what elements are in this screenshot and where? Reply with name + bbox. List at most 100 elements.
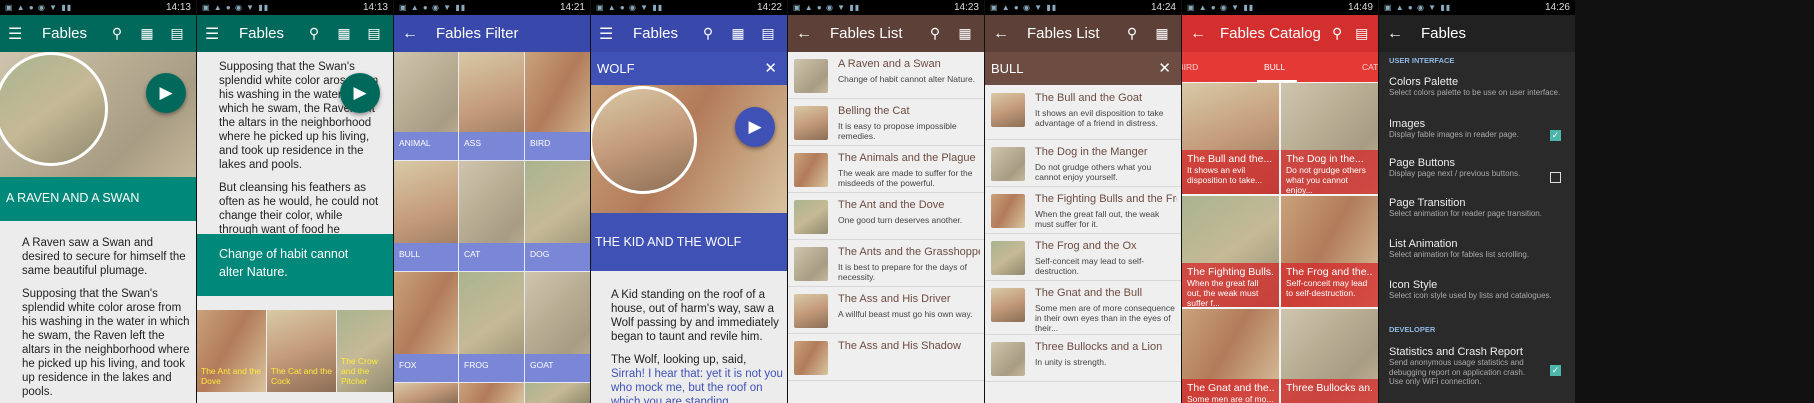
category-tile[interactable]: BULL: [394, 161, 458, 271]
back-arrow-icon[interactable]: ←: [402, 25, 422, 43]
body-paragraph: Supposing that the Swan's splendid white…: [22, 288, 190, 398]
card-title: The Bull and the...: [1187, 153, 1273, 165]
list-item[interactable]: The Ass and His Shadow: [788, 334, 984, 381]
category-tile[interactable]: ASS: [459, 52, 524, 160]
images-checkbox[interactable]: ✓: [1550, 130, 1561, 141]
page-buttons-checkbox[interactable]: [1550, 172, 1561, 183]
list-item-moral: It shows an evil disposition to take adv…: [1035, 108, 1164, 128]
card-overlay: The Frog and the... Self-conceit may lead…: [1281, 263, 1378, 307]
grid-icon[interactable]: ▦: [954, 25, 976, 42]
status-time: 14:13: [165, 2, 191, 13]
list-item[interactable]: The Ass and His Driver A willful beast mu…: [788, 287, 984, 334]
category-tile[interactable]: CAT: [459, 161, 524, 271]
list-item[interactable]: The Ants and the Grasshopper It is best t…: [788, 240, 984, 287]
catalog-card[interactable]: The Frog and the... Self-conceit may lead…: [1281, 196, 1378, 307]
category-tile[interactable]: DOG: [525, 161, 590, 271]
search-icon[interactable]: ⚲: [1121, 25, 1143, 42]
close-icon[interactable]: ✕: [764, 59, 777, 77]
category-tile[interactable]: [394, 383, 458, 403]
search-query[interactable]: WOLF: [597, 61, 635, 76]
category-tile[interactable]: ANIMAL: [394, 52, 458, 160]
app-title: Fables: [239, 25, 285, 42]
search-field[interactable]: BULL ✕: [985, 52, 1181, 85]
catalog-card[interactable]: The Bull and the... It shows an evil disp…: [1182, 83, 1279, 194]
category-tile[interactable]: [525, 383, 590, 403]
grid-icon[interactable]: ▦: [1151, 25, 1173, 42]
play-button[interactable]: ▶: [146, 73, 186, 113]
app-title: Fables: [633, 25, 679, 42]
grid-icon[interactable]: ▦: [333, 25, 355, 42]
category-tile[interactable]: [459, 383, 524, 403]
settings-section-header: DEVELOPER: [1379, 325, 1575, 334]
panel-settings: ▣ ▲ ● ◉ ▼ ▮▮ 14:26 ← Fables USER INTERFAC…: [1379, 0, 1575, 403]
status-icons: ▣ ▲ ● ◉ ▼ ▮▮: [202, 3, 270, 12]
catalog-card[interactable]: The Fighting Bulls... When the great fall…: [1182, 196, 1279, 307]
category-tile[interactable]: FOX: [394, 272, 458, 382]
catalog-card[interactable]: The Gnat and the... Some men are of mo...: [1182, 309, 1279, 403]
back-arrow-icon[interactable]: ←: [993, 25, 1013, 43]
category-tile[interactable]: BIRD: [525, 52, 590, 160]
search-icon[interactable]: ⚲: [106, 25, 128, 42]
panel-list-search: ▣ ▲ ● ◉ ▼ ▮▮ 14:24 ← Fables List ⚲ ▦ BULL…: [985, 0, 1181, 403]
list-item-moral: It is easy to propose impossible remedie…: [838, 121, 957, 141]
app-bar: ← Fables: [1379, 15, 1575, 52]
related-fable-card[interactable]: The Ant and the Dove: [197, 310, 266, 392]
menu-icon[interactable]: ☰: [599, 24, 619, 44]
tab-bull[interactable]: BULL: [1264, 62, 1285, 72]
setting-statistics[interactable]: Statistics and Crash Report Send anonymou…: [1379, 346, 1575, 387]
statistics-checkbox[interactable]: ✓: [1550, 365, 1561, 376]
setting-icon-style[interactable]: Icon Style Select icon style used by list…: [1379, 279, 1575, 301]
setting-description: Select icon style used by lists and cata…: [1389, 291, 1552, 300]
search-icon[interactable]: ⚲: [697, 25, 719, 42]
list-item[interactable]: The Bull and the Goat It shows an evil di…: [985, 86, 1181, 140]
close-icon[interactable]: ✕: [1158, 59, 1171, 77]
list-item[interactable]: The Ant and the Dove One good turn deserv…: [788, 193, 984, 240]
list-item[interactable]: The Dog in the Manger Do not grudge other…: [985, 140, 1181, 187]
search-icon[interactable]: ⚲: [924, 25, 946, 42]
search-icon[interactable]: ⚲: [303, 25, 325, 42]
category-tile[interactable]: GOAT: [525, 272, 590, 382]
play-button[interactable]: ▶: [735, 107, 775, 147]
card-overlay: The Bull and the... It shows an evil disp…: [1182, 150, 1279, 194]
catalog-card[interactable]: Three Bullocks an...: [1281, 309, 1378, 403]
setting-page-transition[interactable]: Page Transition Select animation for read…: [1379, 197, 1575, 219]
catalog-card[interactable]: The Dog in the... Do not grudge others wh…: [1281, 83, 1378, 194]
setting-colors-palette[interactable]: Colors Palette Select colors palette to b…: [1379, 76, 1575, 98]
list-icon[interactable]: ▤: [166, 25, 188, 42]
setting-list-animation[interactable]: List Animation Select animation for fable…: [1379, 238, 1575, 260]
category-label: ANIMAL: [394, 132, 458, 160]
related-fable-card[interactable]: The Crow and the Pitcher: [337, 310, 393, 392]
list-icon[interactable]: ▤: [1353, 25, 1370, 42]
list-item[interactable]: The Frog and the Ox Self-conceit may lead…: [985, 234, 1181, 281]
play-button[interactable]: ▶: [340, 73, 380, 113]
setting-images[interactable]: Images Display fable images in reader pag…: [1379, 118, 1575, 140]
list-item-title: The Fighting Bulls and the Frog: [1035, 193, 1177, 205]
grid-icon[interactable]: ▦: [727, 25, 749, 42]
menu-icon[interactable]: ☰: [205, 24, 225, 44]
status-icons: ▣ ▲ ● ◉ ▼ ▮▮: [596, 3, 664, 12]
list-item[interactable]: Three Bullocks and a Lion In unity is str…: [985, 335, 1181, 382]
category-tile[interactable]: FROG: [459, 272, 524, 382]
list-icon[interactable]: ▤: [363, 25, 385, 42]
category-label: CAT: [459, 243, 524, 271]
search-field[interactable]: WOLF ✕: [591, 52, 787, 85]
back-arrow-icon[interactable]: ←: [1190, 25, 1206, 43]
grid-icon[interactable]: ▦: [136, 25, 158, 42]
back-arrow-icon[interactable]: ←: [1387, 25, 1407, 43]
list-icon[interactable]: ▤: [757, 25, 779, 42]
setting-page-buttons[interactable]: Page Buttons Display page next / previous…: [1379, 157, 1575, 179]
list-item-title: The Animals and the Plague: [838, 152, 976, 164]
tab-bird[interactable]: BIRD: [1182, 62, 1198, 72]
list-item[interactable]: The Animals and the Plague The weak are m…: [788, 146, 984, 193]
back-arrow-icon[interactable]: ←: [796, 25, 816, 43]
list-item[interactable]: The Fighting Bulls and the Frog When the …: [985, 187, 1181, 234]
tab-cat[interactable]: CAT: [1362, 62, 1378, 72]
list-item[interactable]: Belling the Cat It is easy to propose imp…: [788, 99, 984, 146]
list-item[interactable]: A Raven and a Swan Change of habit cannot…: [788, 52, 984, 99]
search-query[interactable]: BULL: [991, 61, 1024, 76]
search-icon[interactable]: ⚲: [1329, 25, 1346, 42]
list-item-title: The Frog and the Ox: [1035, 240, 1137, 252]
list-item[interactable]: The Gnat and the Bull Some men are of mor…: [985, 281, 1181, 335]
menu-icon[interactable]: ☰: [8, 24, 28, 44]
related-fable-card[interactable]: The Cat and the Cock: [267, 310, 336, 392]
